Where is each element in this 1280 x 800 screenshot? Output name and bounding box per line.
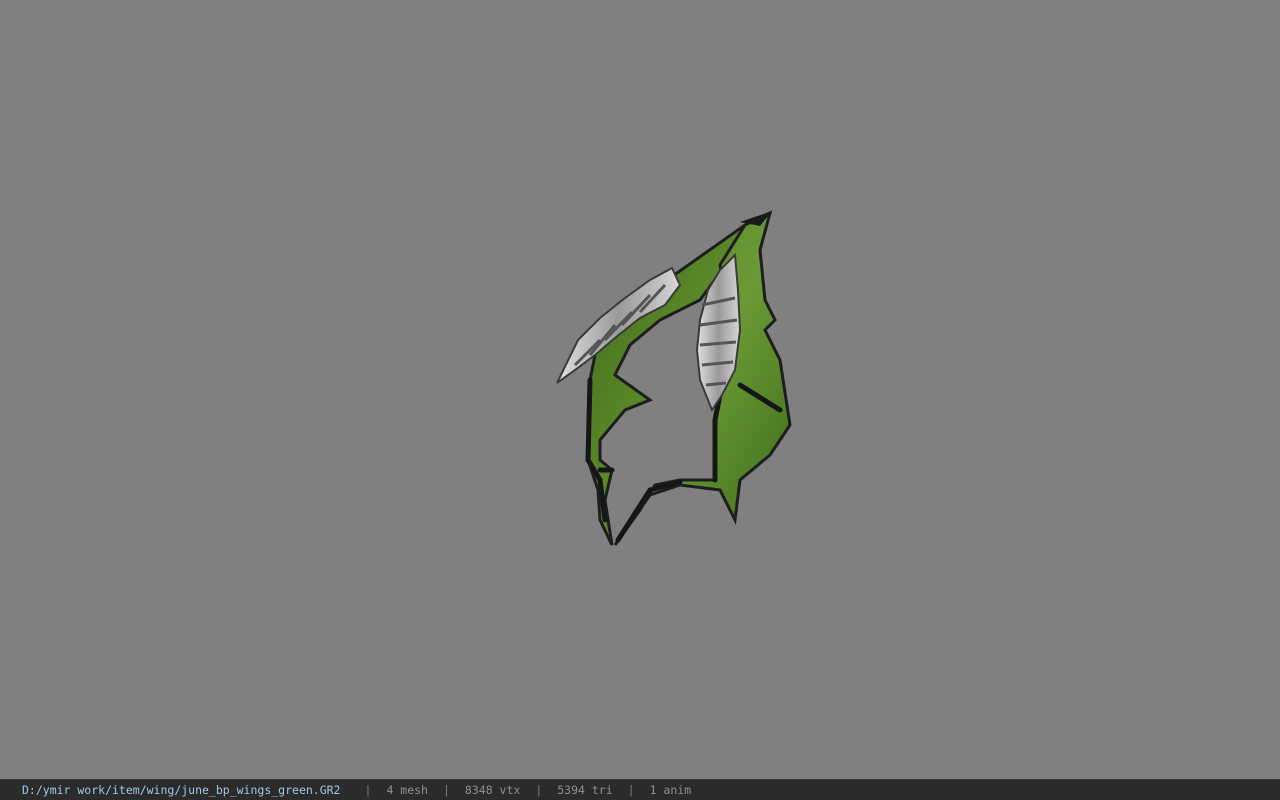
file-path: D:/ymir work/item/wing/june_bp_wings_gre…	[22, 783, 341, 797]
3d-viewport[interactable]	[0, 0, 1280, 779]
wings-model[interactable]	[0, 0, 1280, 779]
separator: |	[442, 783, 450, 797]
vertex-count: 8348 vtx	[464, 783, 521, 797]
mesh-count: 4 mesh	[386, 783, 428, 797]
separator: |	[535, 783, 543, 797]
status-bar: D:/ymir work/item/wing/june_bp_wings_gre…	[0, 779, 1280, 800]
separator: |	[364, 783, 372, 797]
animation-count: 1 anim	[649, 783, 692, 797]
triangle-count: 5394 tri	[557, 783, 613, 797]
separator: |	[627, 783, 635, 797]
